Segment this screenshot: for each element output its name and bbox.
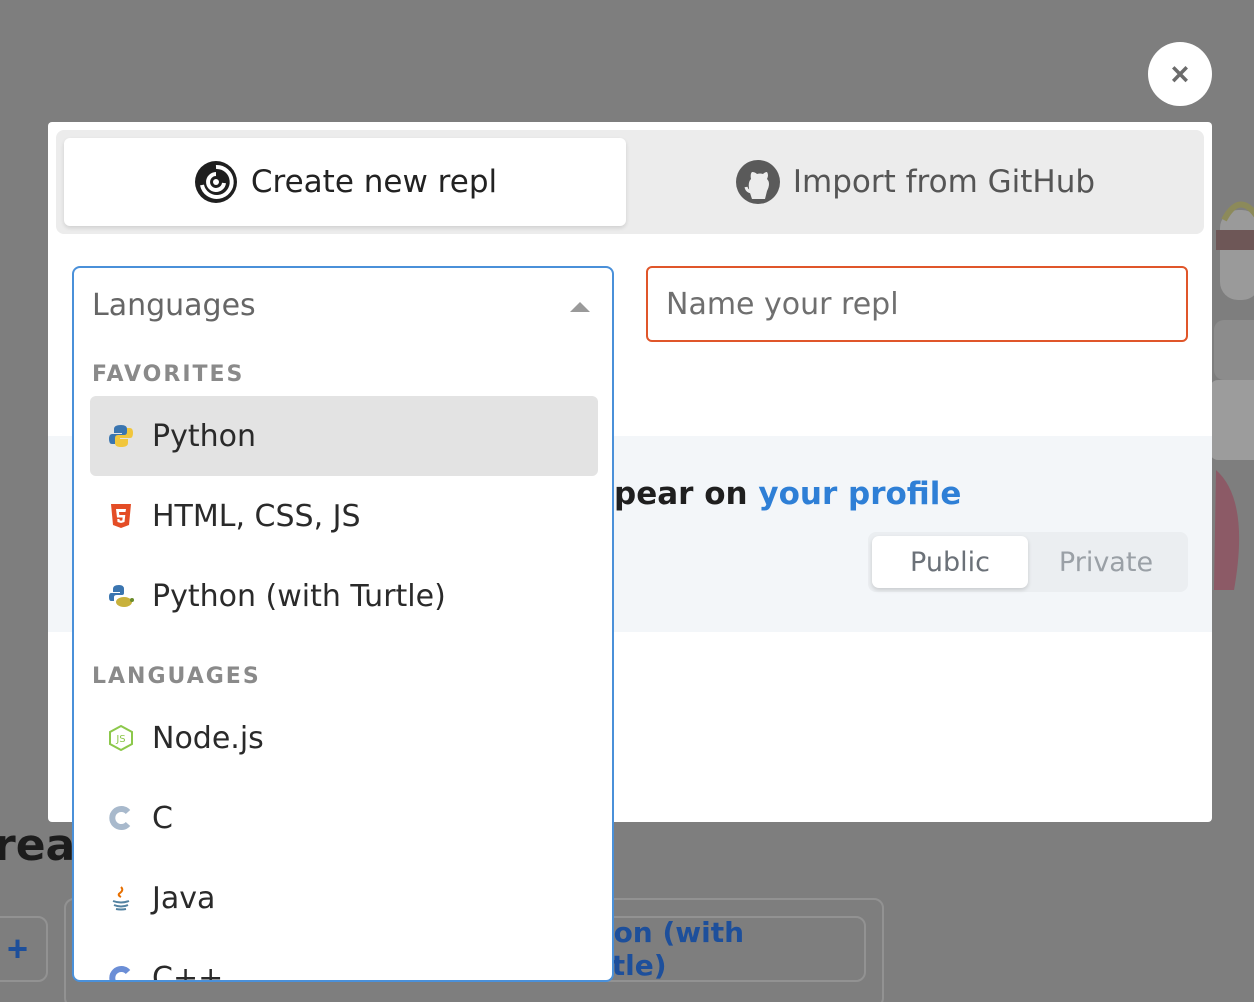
svg-text:JS: JS: [115, 734, 125, 745]
option-c-label: C: [152, 800, 173, 836]
java-icon: [108, 885, 134, 911]
option-c[interactable]: C: [90, 778, 598, 858]
privacy-text-before: pear on: [614, 476, 759, 512]
option-html-css-js[interactable]: HTML, CSS, JS: [90, 476, 598, 556]
option-cpp-label: C++: [152, 960, 224, 982]
nodejs-icon: JS: [108, 725, 134, 751]
repl-name-input[interactable]: [646, 266, 1188, 342]
option-cpp[interactable]: C++: [90, 938, 598, 982]
python-icon: [108, 423, 134, 449]
caret-up-icon: [570, 302, 590, 312]
replit-logo-icon: [194, 161, 237, 203]
github-icon: [735, 160, 780, 204]
option-python-label: Python: [152, 418, 256, 454]
tab-create-new-repl[interactable]: Create new repl: [64, 138, 626, 226]
languages-section-label: LANGUAGES: [92, 664, 261, 689]
option-nodejs-label: Node.js: [152, 720, 264, 756]
option-html-label: HTML, CSS, JS: [152, 498, 361, 534]
option-python-turtle[interactable]: Python (with Turtle): [90, 556, 598, 636]
background-illustration: [1210, 201, 1254, 590]
cpp-icon: [108, 965, 134, 980]
option-python-turtle-label: Python (with Turtle): [152, 578, 446, 614]
language-select[interactable]: Languages: [72, 266, 614, 342]
privacy-description: pear on your profile: [614, 476, 961, 512]
tab-create-label: Create new repl: [250, 164, 498, 200]
close-modal-button[interactable]: ×: [1148, 42, 1212, 106]
python-turtle-icon: [108, 583, 134, 609]
modal-tabs: Create new repl Import from GitHub: [56, 130, 1204, 234]
language-dropdown: FAVORITES Python HTML, CSS, JS Python (w…: [72, 340, 614, 982]
c-icon: [108, 805, 134, 831]
html5-icon: [108, 503, 134, 529]
privacy-public-option[interactable]: Public: [872, 536, 1028, 588]
tab-import-label: Import from GitHub: [792, 164, 1096, 200]
option-python[interactable]: Python: [90, 396, 598, 476]
privacy-toggle: Public Private: [868, 532, 1188, 592]
option-nodejs[interactable]: JS Node.js: [90, 698, 598, 778]
your-profile-link[interactable]: your profile: [758, 476, 961, 512]
favorites-section-label: FAVORITES: [92, 362, 245, 387]
tab-import-from-github[interactable]: Import from GitHub: [634, 138, 1196, 226]
privacy-private-option[interactable]: Private: [1028, 536, 1184, 588]
option-java[interactable]: Java: [90, 858, 598, 938]
option-java-label: Java: [152, 880, 216, 916]
language-select-placeholder: Languages: [92, 287, 256, 323]
background-add-button: +: [0, 916, 48, 982]
